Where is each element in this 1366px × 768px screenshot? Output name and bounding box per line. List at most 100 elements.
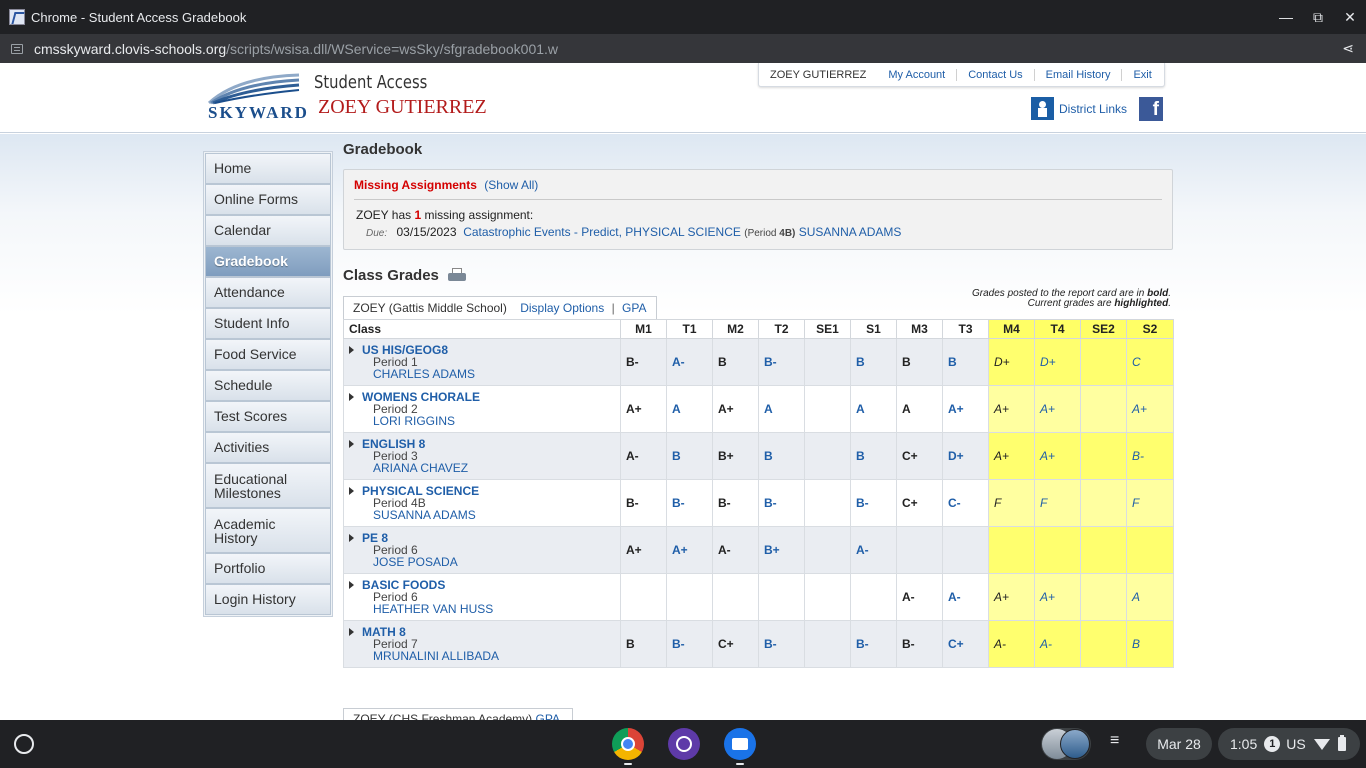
- media-queue-icon[interactable]: ≡: [1110, 732, 1119, 750]
- chrome-app-icon[interactable]: [612, 728, 644, 760]
- expand-arrow-icon[interactable]: [349, 346, 354, 354]
- maximize-button[interactable]: ⧉: [1302, 0, 1334, 34]
- grade-cell-m2[interactable]: B: [712, 338, 759, 386]
- grade-cell-t3[interactable]: C+: [942, 620, 989, 668]
- sidebar-item-food-service[interactable]: Food Service: [205, 339, 331, 370]
- grade-cell-t1[interactable]: A+: [666, 526, 713, 574]
- grade-cell-t2[interactable]: B-: [758, 479, 805, 527]
- grade-cell-t2[interactable]: B-: [758, 338, 805, 386]
- minimize-button[interactable]: —: [1270, 0, 1302, 34]
- grade-cell-t1[interactable]: B-: [666, 620, 713, 668]
- grade-cell-t2[interactable]: A: [758, 385, 805, 433]
- expand-arrow-icon[interactable]: [349, 534, 354, 542]
- teacher-link[interactable]: CHARLES ADAMS: [349, 368, 620, 380]
- grade-cell-s1[interactable]: B-: [850, 620, 897, 668]
- launcher-button[interactable]: [14, 734, 34, 754]
- grade-cell-s1[interactable]: A-: [850, 526, 897, 574]
- grade-cell-t4[interactable]: A+: [1034, 573, 1081, 621]
- grade-cell-t1[interactable]: B: [666, 432, 713, 480]
- grade-cell-t4[interactable]: A-: [1034, 620, 1081, 668]
- teacher-link[interactable]: SUSANNA ADAMS: [349, 509, 620, 521]
- grade-cell-m4[interactable]: A-: [988, 620, 1035, 668]
- close-button[interactable]: ✕: [1334, 0, 1366, 34]
- grade-cell-m4[interactable]: A+: [988, 432, 1035, 480]
- grade-cell-m4[interactable]: D+: [988, 338, 1035, 386]
- contact-us-link[interactable]: Contact Us: [956, 68, 1033, 81]
- share-icon[interactable]: ⋖: [1342, 40, 1354, 57]
- sidebar-item-test-scores[interactable]: Test Scores: [205, 401, 331, 432]
- sidebar-item-educational-milestones[interactable]: Educational Milestones: [205, 463, 331, 508]
- grade-cell-s1[interactable]: B: [850, 432, 897, 480]
- expand-arrow-icon[interactable]: [349, 487, 354, 495]
- grade-cell-t1[interactable]: B-: [666, 479, 713, 527]
- grade-cell-m4[interactable]: A+: [988, 573, 1035, 621]
- grade-cell-m2[interactable]: A-: [712, 526, 759, 574]
- grade-cell-m1[interactable]: B: [620, 620, 667, 668]
- grade-cell-m4[interactable]: F: [988, 479, 1035, 527]
- grade-cell-s2[interactable]: F: [1126, 479, 1174, 527]
- sidebar-item-online-forms[interactable]: Online Forms: [205, 184, 331, 215]
- teacher-link[interactable]: JOSE POSADA: [349, 556, 620, 568]
- district-links[interactable]: District Links: [1031, 97, 1127, 120]
- expand-arrow-icon[interactable]: [349, 581, 354, 589]
- grade-cell-m1[interactable]: A-: [620, 432, 667, 480]
- school-tab[interactable]: ZOEY (Gattis Middle School) Display Opti…: [343, 296, 657, 319]
- grade-cell-m2[interactable]: B+: [712, 432, 759, 480]
- status-tray[interactable]: 1:05 1 US: [1218, 728, 1360, 760]
- grade-cell-m3[interactable]: B: [896, 338, 943, 386]
- assignment-link[interactable]: Catastrophic Events - Predict: [463, 225, 618, 239]
- grade-cell-s2[interactable]: A+: [1126, 385, 1174, 433]
- expand-arrow-icon[interactable]: [349, 393, 354, 401]
- grade-cell-t4[interactable]: A+: [1034, 432, 1081, 480]
- email-history-link[interactable]: Email History: [1033, 68, 1122, 81]
- sidebar-item-attendance[interactable]: Attendance: [205, 277, 331, 308]
- grade-cell-m3[interactable]: A-: [896, 573, 943, 621]
- address-bar[interactable]: cmsskyward.clovis-schools.org/scripts/ws…: [0, 34, 1366, 63]
- grade-cell-t3[interactable]: D+: [942, 432, 989, 480]
- grade-cell-t2[interactable]: B: [758, 432, 805, 480]
- gpa-link[interactable]: GPA: [622, 301, 646, 315]
- teacher-link[interactable]: ARIANA CHAVEZ: [349, 462, 620, 474]
- grade-cell-s2[interactable]: A: [1126, 573, 1174, 621]
- sidebar-item-gradebook[interactable]: Gradebook: [205, 246, 331, 277]
- grade-cell-t4[interactable]: F: [1034, 479, 1081, 527]
- grade-cell-m3[interactable]: B-: [896, 620, 943, 668]
- grade-cell-t3[interactable]: A-: [942, 573, 989, 621]
- grade-cell-m1[interactable]: B-: [620, 338, 667, 386]
- teacher-link[interactable]: SUSANNA ADAMS: [799, 225, 902, 239]
- grade-cell-m2[interactable]: C+: [712, 620, 759, 668]
- grade-cell-t2[interactable]: B-: [758, 620, 805, 668]
- sidebar-item-login-history[interactable]: Login History: [205, 584, 331, 615]
- sidebar-item-student-info[interactable]: Student Info: [205, 308, 331, 339]
- grade-cell-m3[interactable]: A: [896, 385, 943, 433]
- sidebar-item-schedule[interactable]: Schedule: [205, 370, 331, 401]
- grade-cell-t1[interactable]: A: [666, 385, 713, 433]
- sidebar-item-academic-history[interactable]: Academic History: [205, 508, 331, 553]
- grade-cell-s1[interactable]: B: [850, 338, 897, 386]
- expand-arrow-icon[interactable]: [349, 628, 354, 636]
- grade-cell-m1[interactable]: A+: [620, 526, 667, 574]
- grade-cell-s1[interactable]: A: [850, 385, 897, 433]
- show-all-link[interactable]: (Show All): [484, 178, 538, 192]
- files-app-icon[interactable]: [724, 728, 756, 760]
- my-account-link[interactable]: My Account: [877, 69, 956, 81]
- grade-cell-t4[interactable]: D+: [1034, 338, 1081, 386]
- date-indicator[interactable]: Mar 28: [1146, 728, 1212, 760]
- grade-cell-m4[interactable]: A+: [988, 385, 1035, 433]
- grade-cell-s2[interactable]: B-: [1126, 432, 1174, 480]
- site-info-icon[interactable]: [11, 43, 23, 54]
- teacher-link[interactable]: MRUNALINI ALLIBADA: [349, 650, 620, 662]
- printer-icon[interactable]: [447, 267, 467, 283]
- grade-cell-t2[interactable]: B+: [758, 526, 805, 574]
- grade-cell-t3[interactable]: C-: [942, 479, 989, 527]
- grade-cell-m3[interactable]: C+: [896, 479, 943, 527]
- user-avatars[interactable]: [1041, 728, 1091, 760]
- grade-cell-m2[interactable]: B-: [712, 479, 759, 527]
- course-link[interactable]: PHYSICAL SCIENCE: [625, 225, 741, 239]
- facebook-icon[interactable]: f: [1139, 97, 1163, 121]
- teacher-link[interactable]: LORI RIGGINS: [349, 415, 620, 427]
- grade-cell-t3[interactable]: B: [942, 338, 989, 386]
- grade-cell-m2[interactable]: A+: [712, 385, 759, 433]
- sidebar-item-activities[interactable]: Activities: [205, 432, 331, 463]
- grade-cell-m1[interactable]: B-: [620, 479, 667, 527]
